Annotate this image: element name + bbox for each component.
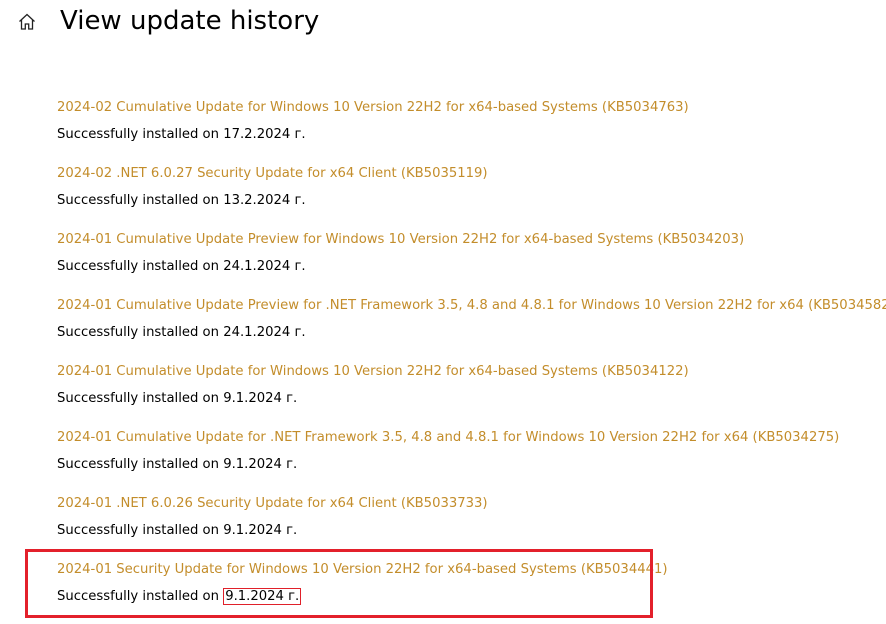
update-item: 2024-01 Cumulative Update Preview for .N… <box>57 296 886 352</box>
status-text: Successfully installed on <box>57 193 224 208</box>
install-date: 13.2.2024 г. <box>223 193 306 208</box>
update-link[interactable]: 2024-02 .NET 6.0.27 Security Update for … <box>57 164 488 184</box>
status-text: Successfully installed on <box>57 259 224 274</box>
status-text: Successfully installed on <box>57 457 224 472</box>
status-text: Successfully installed on <box>57 127 224 142</box>
home-button[interactable] <box>14 10 40 34</box>
update-status: Successfully installed on 13.2.2024 г. <box>57 191 306 211</box>
install-date: 24.1.2024 г. <box>223 259 306 274</box>
update-status: Successfully installed on 9.1.2024 г. <box>57 389 297 409</box>
install-date: 9.1.2024 г. <box>223 391 298 406</box>
update-status: Successfully installed on 9.1.2024 г. <box>57 587 302 607</box>
status-text: Successfully installed on <box>57 325 224 340</box>
update-item: 2024-01 Cumulative Update for Windows 10… <box>57 362 877 418</box>
status-text: Successfully installed on <box>57 391 224 406</box>
update-status: Successfully installed on 24.1.2024 г. <box>57 257 306 277</box>
install-date-highlight: 9.1.2024 г. <box>223 588 302 605</box>
update-link[interactable]: 2024-02 Cumulative Update for Windows 10… <box>57 98 689 118</box>
update-status: Successfully installed on 17.2.2024 г. <box>57 125 306 145</box>
install-date: 9.1.2024 г. <box>223 457 298 472</box>
update-link[interactable]: 2024-01 Cumulative Update for .NET Frame… <box>57 428 839 448</box>
status-text: Successfully installed on <box>57 589 224 604</box>
install-date: 24.1.2024 г. <box>223 325 306 340</box>
update-link[interactable]: 2024-01 Cumulative Update Preview for .N… <box>57 296 886 316</box>
update-item: 2024-01 .NET 6.0.26 Security Update for … <box>57 494 877 550</box>
update-link[interactable]: 2024-01 Cumulative Update for Windows 10… <box>57 362 689 382</box>
header: View update history <box>0 0 886 50</box>
update-item: 2024-01 Cumulative Update for .NET Frame… <box>57 428 877 484</box>
update-status: Successfully installed on 9.1.2024 г. <box>57 521 297 541</box>
install-date: 9.1.2024 г. <box>223 523 298 538</box>
update-link[interactable]: 2024-01 Cumulative Update Preview for Wi… <box>57 230 744 250</box>
home-icon <box>19 13 35 30</box>
install-date: 17.2.2024 г. <box>223 127 306 142</box>
update-item: 2024-02 .NET 6.0.27 Security Update for … <box>57 164 877 220</box>
update-item: 2024-02 Cumulative Update for Windows 10… <box>57 98 877 154</box>
status-text: Successfully installed on <box>57 523 224 538</box>
update-status: Successfully installed on 9.1.2024 г. <box>57 455 297 475</box>
page-title: View update history <box>60 6 320 36</box>
update-item-highlighted: 2024-01 Security Update for Windows 10 V… <box>57 560 877 616</box>
update-link[interactable]: 2024-01 Security Update for Windows 10 V… <box>57 560 668 580</box>
update-status: Successfully installed on 24.1.2024 г. <box>57 323 306 343</box>
update-item: 2024-01 Cumulative Update Preview for Wi… <box>57 230 877 286</box>
update-link[interactable]: 2024-01 .NET 6.0.26 Security Update for … <box>57 494 488 514</box>
